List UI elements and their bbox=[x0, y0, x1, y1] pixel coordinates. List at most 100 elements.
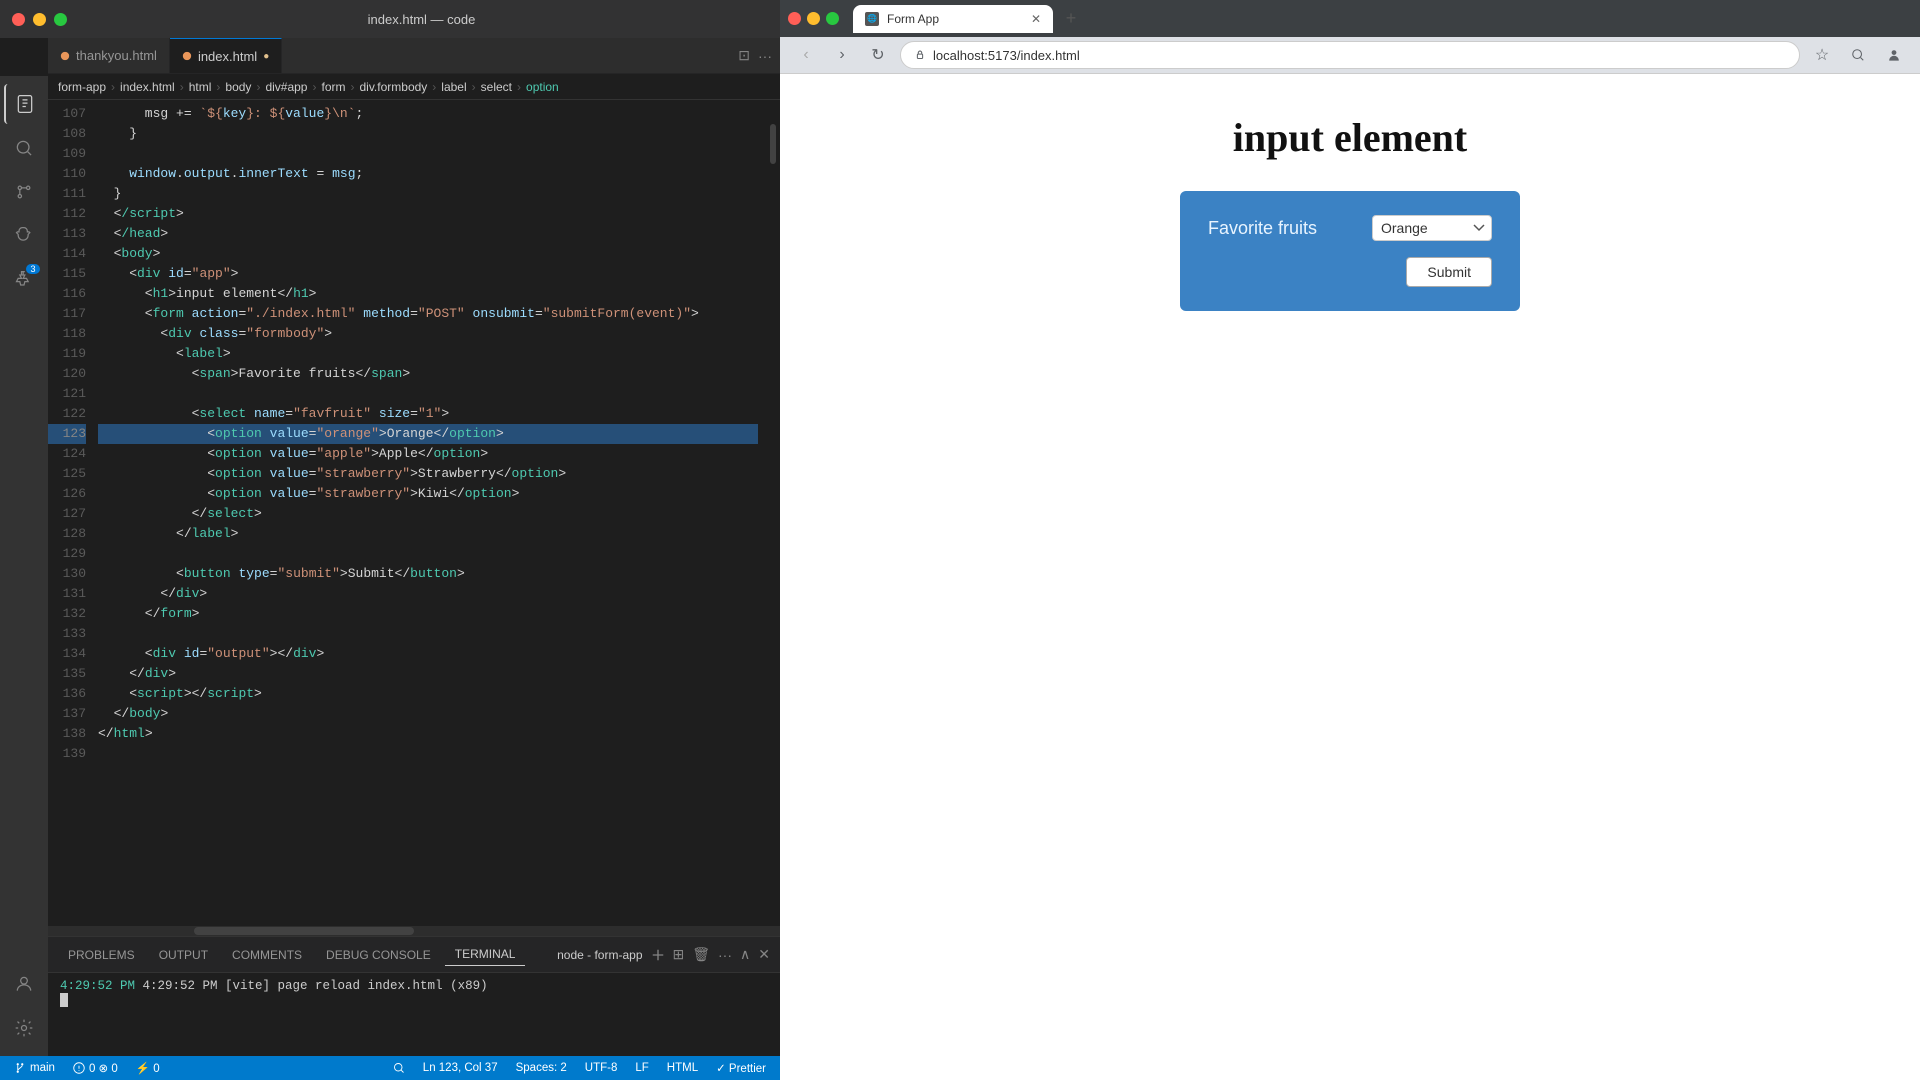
bc-select[interactable]: select bbox=[481, 80, 512, 94]
url-text: localhost:5173/index.html bbox=[933, 48, 1080, 63]
status-left: main 0 ⊗ 0 ⚡ 0 bbox=[10, 1061, 164, 1075]
bc-sep-3: › bbox=[216, 80, 220, 94]
browser-tab-close-icon[interactable]: ✕ bbox=[1031, 12, 1041, 26]
status-branch-label: main bbox=[30, 1062, 55, 1074]
close-terminal-icon[interactable]: ✕ bbox=[758, 946, 770, 963]
sidebar-item-account[interactable] bbox=[4, 964, 44, 1004]
more-actions-icon[interactable]: ··· bbox=[758, 48, 772, 64]
browser-maximize-button[interactable] bbox=[826, 12, 839, 25]
collapse-terminal-icon[interactable]: ∧ bbox=[740, 946, 750, 963]
bc-divformbody[interactable]: div.formbody bbox=[359, 80, 427, 94]
sidebar-item-extensions[interactable]: 3 bbox=[4, 260, 44, 300]
browser-zoom-button[interactable] bbox=[1844, 41, 1872, 69]
browser-back-button[interactable]: ‹ bbox=[792, 41, 820, 69]
bc-divapp[interactable]: div#app bbox=[265, 80, 307, 94]
add-terminal-icon[interactable] bbox=[651, 948, 665, 962]
browser-account-button[interactable] bbox=[1880, 41, 1908, 69]
terminal-tab-terminal[interactable]: TERMINAL bbox=[445, 943, 526, 966]
submit-button[interactable]: Submit bbox=[1406, 257, 1492, 287]
status-line-col[interactable]: Ln 123, Col 37 bbox=[419, 1062, 502, 1074]
bc-sep-6: › bbox=[350, 80, 354, 94]
breadcrumb: form-app › index.html › html › body › di… bbox=[48, 74, 780, 100]
editor-actions: ⊡ ··· bbox=[730, 38, 780, 73]
bc-sep-8: › bbox=[472, 80, 476, 94]
browser-tab-title: Form App bbox=[887, 12, 939, 26]
browser-reload-button[interactable]: ↻ bbox=[864, 41, 892, 69]
h-scrollbar-thumb[interactable] bbox=[194, 927, 414, 935]
address-bar[interactable]: localhost:5173/index.html bbox=[900, 41, 1800, 69]
status-eol[interactable]: LF bbox=[631, 1062, 652, 1074]
bc-sep-9: › bbox=[517, 80, 521, 94]
terminal-node-label: node - form-app bbox=[557, 948, 642, 962]
browser-chrome: 🌐 Form App ✕ + ‹ › ↻ localhost:5173/inde… bbox=[780, 0, 1920, 74]
terminal-output-line: 4:29:52 PM 4:29:52 PM [vite] page reload… bbox=[60, 979, 768, 993]
tab-index-label: index.html bbox=[198, 49, 257, 64]
cursor bbox=[60, 993, 68, 1007]
status-warnings-label: ⚡ 0 bbox=[136, 1061, 160, 1075]
sidebar-item-files[interactable] bbox=[4, 84, 44, 124]
status-warnings[interactable]: ⚡ 0 bbox=[132, 1061, 164, 1075]
terminal-tab-output[interactable]: OUTPUT bbox=[149, 944, 218, 966]
browser-content: input element Favorite fruits Orange App… bbox=[780, 74, 1920, 1080]
code-editor[interactable]: 107108109110111 112113114115116 11711811… bbox=[48, 100, 780, 926]
vscode-panel: index.html — code 3 bbox=[0, 0, 780, 1080]
bc-form[interactable]: form bbox=[321, 80, 345, 94]
form-row: Favorite fruits Orange Apple Strawberry … bbox=[1208, 215, 1492, 241]
status-errors[interactable]: 0 ⊗ 0 bbox=[69, 1061, 122, 1075]
status-encoding[interactable]: UTF-8 bbox=[581, 1062, 622, 1074]
browser-close-button[interactable] bbox=[788, 12, 801, 25]
bc-sep-4: › bbox=[256, 80, 260, 94]
sidebar-item-debug[interactable] bbox=[4, 216, 44, 256]
status-language-label: HTML bbox=[667, 1062, 698, 1074]
bc-label[interactable]: label bbox=[441, 80, 466, 94]
browser-title-bar: 🌐 Form App ✕ + bbox=[780, 0, 1920, 37]
status-branch[interactable]: main bbox=[10, 1062, 59, 1074]
browser-minimize-button[interactable] bbox=[807, 12, 820, 25]
status-search[interactable] bbox=[389, 1062, 409, 1074]
form-label: Favorite fruits bbox=[1208, 218, 1360, 239]
minimize-button[interactable] bbox=[33, 13, 46, 26]
split-editor-icon[interactable]: ⊡ bbox=[738, 47, 750, 64]
status-eol-label: LF bbox=[635, 1062, 648, 1074]
scrollbar-thumb[interactable] bbox=[770, 124, 776, 164]
delete-terminal-icon[interactable]: 🗑 bbox=[692, 946, 710, 963]
fruit-select[interactable]: Orange Apple Strawberry Kiwi bbox=[1372, 215, 1492, 241]
bc-sep-5: › bbox=[312, 80, 316, 94]
bc-sep-7: › bbox=[432, 80, 436, 94]
sidebar-item-git[interactable] bbox=[4, 172, 44, 212]
bookmark-button[interactable]: ☆ bbox=[1808, 41, 1836, 69]
tab-index[interactable]: index.html ● bbox=[170, 38, 282, 73]
more-terminal-icon[interactable]: ··· bbox=[718, 947, 732, 963]
editor-area: thankyou.html index.html ● ⊡ ··· form-ap… bbox=[48, 38, 780, 1056]
terminal-tab-debug[interactable]: DEBUG CONSOLE bbox=[316, 944, 441, 966]
terminal-tab-comments[interactable]: COMMENTS bbox=[222, 944, 312, 966]
bc-html[interactable]: html bbox=[189, 80, 212, 94]
lock-icon bbox=[913, 48, 927, 62]
sidebar-item-search[interactable] bbox=[4, 128, 44, 168]
terminal-tab-bar: PROBLEMS OUTPUT COMMENTS DEBUG CONSOLE T… bbox=[48, 937, 780, 973]
form-card: Favorite fruits Orange Apple Strawberry … bbox=[1180, 191, 1520, 311]
horizontal-scrollbar[interactable] bbox=[48, 926, 780, 936]
bc-body[interactable]: body bbox=[225, 80, 251, 94]
status-formatter[interactable]: ✓ Prettier bbox=[712, 1061, 770, 1075]
sidebar-item-settings[interactable] bbox=[4, 1008, 44, 1048]
browser-tab-formapp[interactable]: 🌐 Form App ✕ bbox=[853, 5, 1053, 33]
tab-thankyou[interactable]: thankyou.html bbox=[48, 38, 170, 73]
status-spaces[interactable]: Spaces: 2 bbox=[512, 1062, 571, 1074]
browser-forward-button[interactable]: › bbox=[828, 41, 856, 69]
terminal-tab-problems[interactable]: PROBLEMS bbox=[58, 944, 145, 966]
status-spaces-label: Spaces: 2 bbox=[516, 1062, 567, 1074]
bc-form-app[interactable]: form-app bbox=[58, 80, 106, 94]
close-button[interactable] bbox=[12, 13, 25, 26]
bc-index-html[interactable]: index.html bbox=[120, 80, 175, 94]
terminal-actions: node - form-app ⊞ 🗑 ··· ∧ ✕ bbox=[557, 946, 770, 963]
status-language[interactable]: HTML bbox=[663, 1062, 702, 1074]
line-numbers: 107108109110111 112113114115116 11711811… bbox=[48, 104, 98, 926]
maximize-button[interactable] bbox=[54, 13, 67, 26]
new-tab-button[interactable]: + bbox=[1057, 5, 1085, 33]
split-terminal-icon[interactable]: ⊞ bbox=[673, 946, 685, 963]
vertical-scrollbar[interactable] bbox=[766, 104, 780, 926]
terminal-cursor-line bbox=[60, 993, 768, 1007]
tab-bar: thankyou.html index.html ● ⊡ ··· bbox=[48, 38, 780, 74]
bc-option[interactable]: option bbox=[526, 80, 559, 94]
